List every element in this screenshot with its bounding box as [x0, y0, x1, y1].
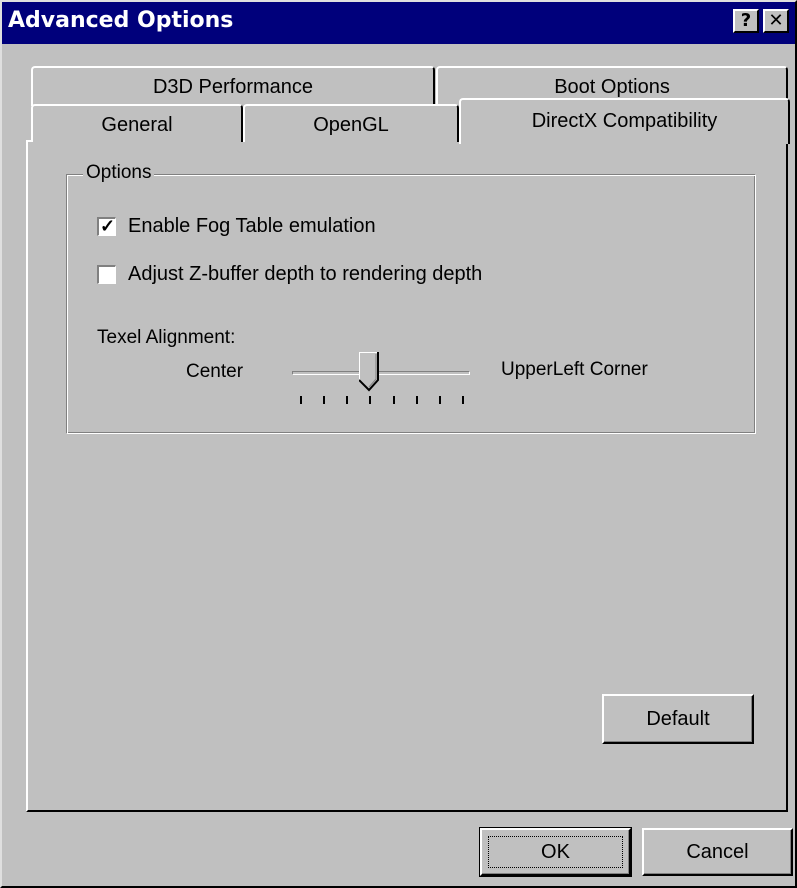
- fog-table-checkbox-row[interactable]: ✓ Enable Fog Table emulation: [97, 213, 376, 239]
- focus-indicator: [488, 836, 623, 868]
- ok-button[interactable]: OK: [479, 827, 632, 877]
- tab-panel: Options ✓ Enable Fog Table emulation Adj…: [26, 140, 788, 812]
- slider-tick: [392, 396, 395, 404]
- tab-general[interactable]: General: [31, 104, 243, 142]
- slider-tick: [415, 396, 418, 404]
- cancel-button-label: Cancel: [686, 841, 749, 863]
- help-button[interactable]: ?: [733, 9, 759, 33]
- texel-slider-thumb[interactable]: [359, 352, 380, 392]
- tab-opengl[interactable]: OpenGL: [243, 104, 459, 142]
- help-icon: ?: [740, 10, 752, 31]
- window-title: Advanced Options: [8, 8, 234, 33]
- advanced-options-dialog: Advanced Options ? ✕ D3D Performance Boo…: [0, 0, 797, 888]
- zbuffer-label: Adjust Z-buffer depth to rendering depth: [128, 262, 483, 285]
- cancel-button[interactable]: Cancel: [642, 828, 793, 876]
- texel-max-label: UpperLeft Corner: [501, 359, 648, 380]
- texel-min-label: Center: [186, 361, 244, 382]
- tab-label: OpenGL: [313, 114, 389, 136]
- tab-label: DirectX Compatibility: [531, 110, 718, 132]
- slider-tick: [323, 396, 326, 404]
- slider-tick: [346, 396, 349, 404]
- default-button-label: Default: [646, 708, 710, 730]
- close-icon: ✕: [768, 10, 784, 31]
- tab-d3d-performance[interactable]: D3D Performance: [31, 66, 435, 106]
- tab-label: Boot Options: [554, 76, 670, 98]
- fog-table-checkbox[interactable]: ✓: [97, 215, 116, 236]
- texel-slider-track[interactable]: [292, 371, 470, 375]
- slider-tick: [462, 396, 464, 404]
- title-bar[interactable]: Advanced Options ? ✕: [2, 2, 795, 44]
- fog-table-label: Enable Fog Table emulation: [128, 214, 376, 237]
- options-group-label: Options: [83, 162, 155, 184]
- options-groupbox: Options ✓ Enable Fog Table emulation Adj…: [66, 162, 756, 434]
- zbuffer-checkbox[interactable]: [97, 264, 116, 284]
- tab-directx-compatibility[interactable]: DirectX Compatibility: [459, 98, 790, 144]
- zbuffer-checkbox-row[interactable]: Adjust Z-buffer depth to rendering depth: [97, 261, 482, 287]
- tab-label: General: [101, 114, 173, 136]
- default-button[interactable]: Default: [602, 694, 754, 744]
- slider-tick: [438, 396, 441, 404]
- texel-slider-ticks: [300, 396, 464, 406]
- checkmark-icon: ✓: [100, 215, 116, 236]
- slider-tick: [300, 396, 302, 404]
- close-button[interactable]: ✕: [763, 9, 789, 33]
- tab-label: D3D Performance: [152, 76, 314, 98]
- texel-alignment-label: Texel Alignment:: [97, 327, 236, 348]
- slider-tick: [369, 396, 372, 404]
